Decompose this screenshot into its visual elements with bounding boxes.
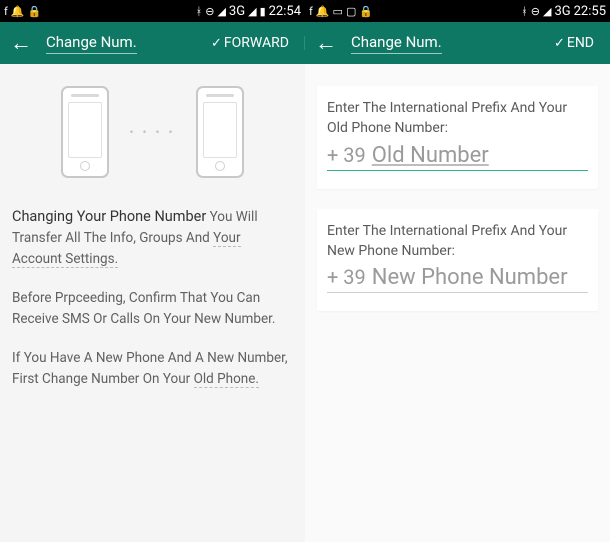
status-left: f 🔔 🔒 ᚼ ⊖ ◢ 3G ◢ ▮ 22:54 (0, 4, 305, 19)
bluetooth-icon: ᚼ (521, 6, 528, 17)
transfer-dots-icon: • • • • (129, 125, 175, 139)
lock-icon: 🔒 (359, 6, 373, 17)
old-number-placeholder[interactable]: Old Number (372, 143, 489, 168)
content-area: • • • • Changing Your Phone Number You W… (0, 64, 610, 542)
old-number-input[interactable]: + 39 Old Number (327, 143, 588, 171)
dnd-icon: ⊖ (205, 6, 214, 17)
facebook-icon: f (4, 6, 8, 17)
status-bar: f 🔔 🔒 ᚼ ⊖ ◢ 3G ◢ ▮ 22:54 f 🔔 ▭ ▢ 🔒 ᚼ ⊖ ◢… (0, 0, 610, 22)
app-header: ← Change Num. ✓ FORWARD ← Change Num. ✓ … (0, 22, 610, 64)
info-pane: • • • • Changing Your Phone Number You W… (0, 64, 305, 542)
page-title-right: Change Num. (351, 33, 442, 54)
old-number-label: Enter The International Prefix And Your … (327, 98, 588, 139)
facebook-icon: f (309, 6, 313, 17)
forward-label: FORWARD (224, 35, 289, 51)
new-number-input[interactable]: + 39 New Phone Number (327, 265, 588, 293)
check-icon: ✓ (554, 36, 565, 51)
lock-icon: 🔒 (28, 6, 42, 17)
header-right: ← Change Num. ✓ END (305, 28, 610, 58)
info-line: If You Have A New Phone And A New (12, 350, 234, 366)
form-pane: Enter The International Prefix And Your … (305, 64, 610, 542)
country-prefix[interactable]: + 39 (327, 143, 366, 167)
end-label: END (567, 35, 594, 51)
info-line: Receive SMS Or Calls On Your New (12, 311, 221, 327)
label-line: New Phone Number: (327, 243, 455, 259)
bell-icon: 🔔 (316, 6, 330, 17)
old-phone-icon (61, 86, 109, 178)
label-line: Old Phone Number: (327, 120, 448, 136)
old-number-group: Enter The International Prefix And Your … (317, 86, 598, 189)
info-emph: Old Phone. (194, 371, 259, 388)
back-arrow-icon[interactable]: ← (311, 28, 341, 58)
new-number-placeholder[interactable]: New Phone Number (372, 265, 568, 290)
new-phone-icon (196, 86, 244, 178)
label-line: Enter The International Prefix And Your (327, 223, 567, 239)
label-line: Enter The International Prefix And Your (327, 100, 567, 116)
wifi-icon: ◢ (543, 6, 551, 17)
info-line: Before Prpceeding, Confirm That You Can (12, 290, 260, 306)
info-line: Number. (224, 311, 275, 327)
bell-icon: 🔔 (11, 6, 25, 17)
clock-right: 22:55 (574, 4, 606, 19)
signal-label: 3G (554, 4, 570, 19)
wifi-icon: ◢ (217, 6, 225, 17)
info-heading: Changing Your Phone Number (12, 208, 206, 225)
page-title-left: Change Num. (46, 33, 137, 54)
dnd-icon: ⊖ (531, 6, 540, 17)
signal-label: 3G (229, 4, 245, 19)
end-button[interactable]: ✓ END (554, 35, 604, 51)
forward-button[interactable]: ✓ FORWARD (211, 35, 299, 51)
info-block-1: Changing Your Phone Number You Will Tran… (12, 206, 293, 270)
phone-transfer-illustration: • • • • (12, 86, 293, 178)
status-right: f 🔔 ▭ ▢ 🔒 ᚼ ⊖ ◢ 3G 22:55 (305, 4, 610, 19)
bluetooth-icon: ᚼ (196, 6, 203, 17)
signal-icon: ◢ (248, 6, 256, 17)
back-arrow-icon[interactable]: ← (6, 28, 36, 58)
battery-icon: ▮ (260, 6, 266, 17)
check-icon: ✓ (211, 36, 222, 51)
new-number-group: Enter The International Prefix And Your … (317, 209, 598, 312)
info-block-3: If You Have A New Phone And A New Number… (12, 348, 293, 390)
new-number-label: Enter The International Prefix And Your … (327, 221, 588, 262)
header-left: ← Change Num. ✓ FORWARD (0, 28, 305, 58)
message-icon: ▭ (333, 6, 343, 17)
clock-left: 22:54 (269, 4, 301, 19)
image-icon: ▢ (346, 6, 356, 17)
info-block-2: Before Prpceeding, Confirm That You Can … (12, 288, 293, 330)
country-prefix[interactable]: + 39 (327, 265, 366, 289)
